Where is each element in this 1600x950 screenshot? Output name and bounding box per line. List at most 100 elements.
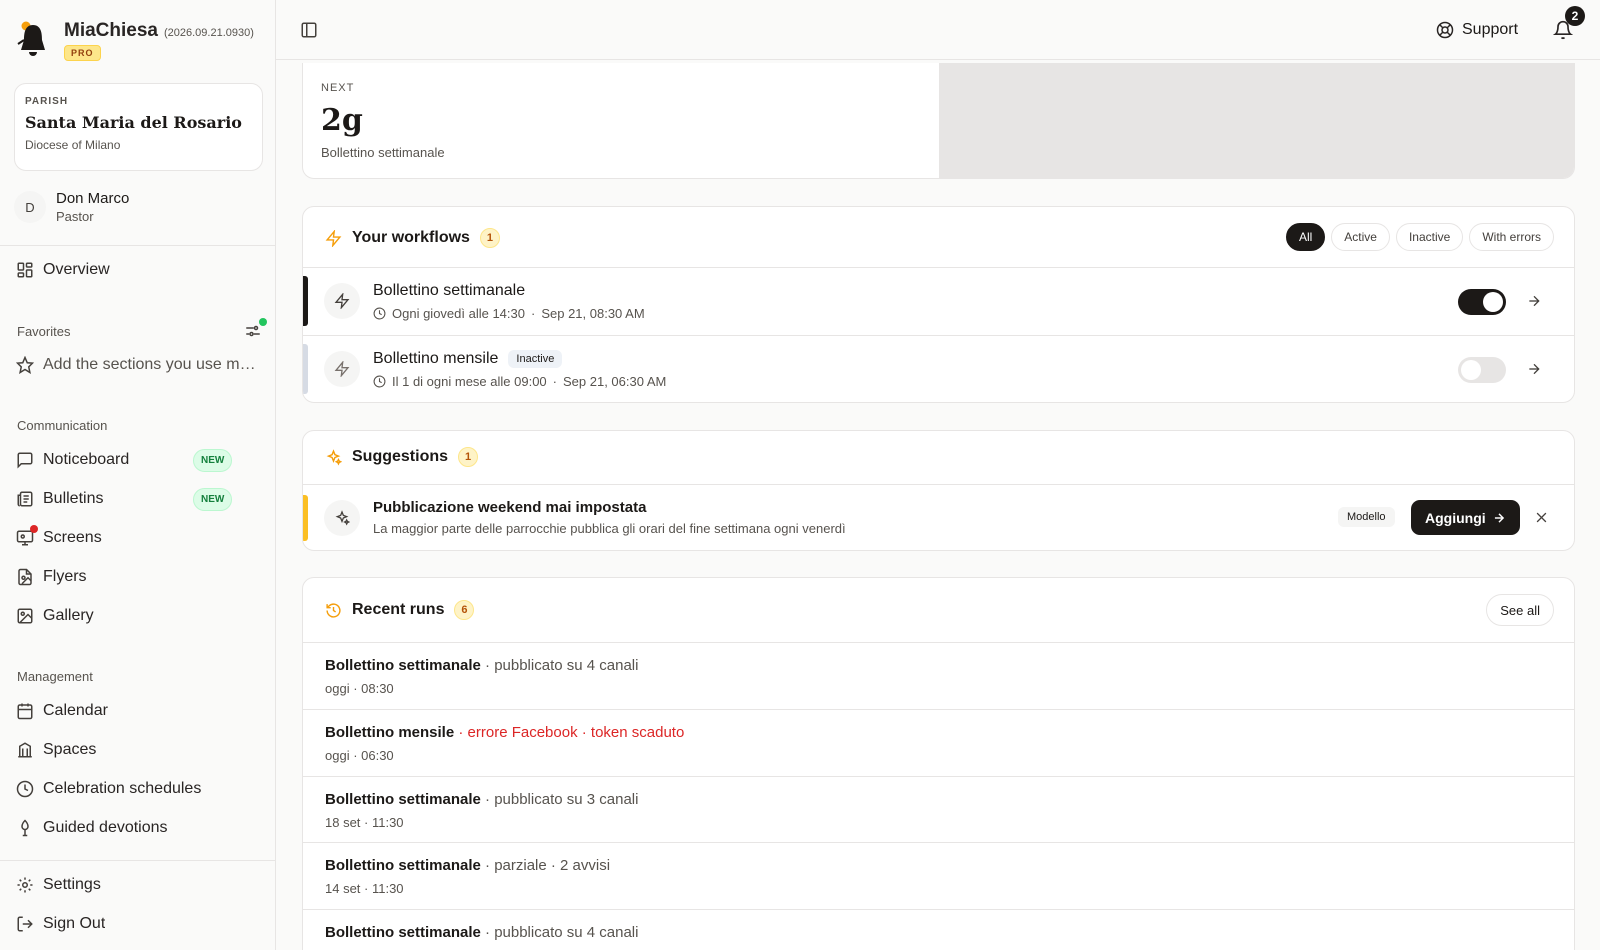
workflow-schedule: Ogni giovedì alle 14:30 bbox=[392, 306, 525, 321]
favorites-placeholder: Add the sections you use most bbox=[43, 356, 258, 373]
inactive-badge: Inactive bbox=[508, 350, 563, 368]
user-role: Pastor bbox=[56, 209, 94, 224]
avatar: D bbox=[14, 191, 46, 223]
new-badge: NEW bbox=[193, 448, 233, 472]
sidebar-item-screens[interactable]: Screens bbox=[16, 523, 262, 553]
sidebar-item-label: Sign Out bbox=[43, 915, 106, 932]
management-heading: Management bbox=[17, 669, 93, 684]
filter-with-errors[interactable]: With errors bbox=[1469, 223, 1554, 251]
parish-diocese: Diocese of Milano bbox=[25, 138, 121, 152]
see-all-button[interactable]: See all bbox=[1486, 594, 1554, 626]
clock-icon bbox=[373, 375, 386, 388]
notification-count-badge: 2 bbox=[1565, 6, 1585, 26]
workflow-toggle[interactable] bbox=[1458, 357, 1506, 383]
run-title: Bollettino settimanale bbox=[325, 657, 481, 674]
suggestion-description: La maggior parte delle parrocchie pubbli… bbox=[373, 521, 846, 536]
sidebar-item-label: Calendar bbox=[43, 702, 108, 719]
sidebar-item-noticeboard[interactable]: Noticeboard NEW bbox=[16, 445, 262, 475]
sparkles-icon bbox=[325, 448, 342, 466]
run-row[interactable]: Bollettino mensile · errore Facebook · t… bbox=[303, 709, 1574, 776]
workflow-row[interactable]: Bollettino settimanale Ogni giovedì alle… bbox=[303, 267, 1574, 335]
run-detail: · pubblicato su 3 canali bbox=[480, 791, 639, 808]
sidebar-item-calendar[interactable]: Calendar bbox=[16, 696, 262, 726]
add-button-label: Aggiungi bbox=[1425, 509, 1486, 526]
sidebar-toggle-icon[interactable] bbox=[300, 21, 318, 39]
arrow-right-icon[interactable] bbox=[1526, 293, 1542, 309]
sidebar-item-flyers[interactable]: Flyers bbox=[16, 562, 262, 592]
filter-all[interactable]: All bbox=[1285, 223, 1326, 251]
user-profile[interactable]: D Don Marco Pastor bbox=[14, 190, 129, 224]
run-detail: · pubblicato su 4 canali bbox=[480, 924, 639, 941]
filter-inactive[interactable]: Inactive bbox=[1395, 223, 1464, 251]
workflow-last-run: Sep 21, 06:30 AM bbox=[563, 374, 667, 389]
brand[interactable]: MiaChiesa (2026.09.21.0930) PRO bbox=[16, 20, 254, 61]
notifications-button[interactable]: 2 bbox=[1553, 6, 1585, 40]
run-title: Bollettino mensile bbox=[325, 724, 455, 741]
top-bar: Support 2 bbox=[276, 0, 1600, 60]
sidebar-item-sign-out[interactable]: Sign Out bbox=[16, 909, 262, 939]
sidebar-item-label: Bulletins bbox=[43, 490, 104, 507]
arrow-right-icon[interactable] bbox=[1526, 361, 1542, 377]
sidebar-item-settings[interactable]: Settings bbox=[16, 870, 262, 900]
sidebar-item-label: Overview bbox=[43, 261, 110, 278]
next-card: NEXT 2g Bollettino settimanale bbox=[302, 63, 1575, 179]
add-suggestion-button[interactable]: Aggiungi bbox=[1411, 500, 1520, 535]
run-detail: · parziale · 2 avvisi bbox=[480, 857, 611, 874]
support-button[interactable]: Support bbox=[1436, 18, 1518, 42]
sidebar-item-gallery[interactable]: Gallery bbox=[16, 601, 262, 631]
run-time: 18 set · 11:30 bbox=[325, 815, 404, 830]
parish-card[interactable]: PARISH Santa Maria del Rosario Diocese o… bbox=[14, 83, 263, 171]
sidebar-item-celebration-schedules[interactable]: Celebration schedules bbox=[16, 774, 262, 804]
user-name: Don Marco bbox=[56, 190, 130, 207]
run-detail: · pubblicato su 4 canali bbox=[480, 657, 639, 674]
sidebar-item-label: Flyers bbox=[43, 568, 87, 585]
dismiss-close-icon[interactable] bbox=[1534, 510, 1549, 525]
divider bbox=[0, 860, 276, 861]
divider bbox=[0, 245, 276, 246]
run-time: oggi · 06:30 bbox=[325, 748, 394, 763]
sidebar-item-bulletins[interactable]: Bulletins NEW bbox=[16, 484, 262, 514]
alert-dot bbox=[30, 525, 38, 533]
run-row[interactable]: Bollettino settimanale · pubblicato su 4… bbox=[303, 642, 1574, 709]
workflow-zap-icon bbox=[324, 351, 360, 387]
sidebar-item-guided-devotions[interactable]: Guided devotions bbox=[16, 813, 262, 843]
next-label: NEXT bbox=[321, 82, 355, 94]
sidebar-item-label: Guided devotions bbox=[43, 819, 168, 836]
new-badge: NEW bbox=[193, 487, 233, 511]
workflows-card: Your workflows 1 All Active Inactive Wit… bbox=[302, 206, 1575, 403]
suggestion-sparkles-icon bbox=[324, 500, 360, 536]
warning-indicator bbox=[303, 495, 308, 541]
suggestions-card: Suggestions 1 Pubblicazione weekend mai … bbox=[302, 430, 1575, 551]
monitor-icon bbox=[16, 525, 38, 547]
favorites-add[interactable]: Add the sections you use most bbox=[16, 350, 262, 380]
sidebar-item-spaces[interactable]: Spaces bbox=[16, 735, 262, 765]
filter-active[interactable]: Active bbox=[1331, 223, 1390, 251]
run-time: oggi · 08:30 bbox=[325, 681, 394, 696]
sidebar-item-label: Noticeboard bbox=[43, 451, 130, 468]
images-icon bbox=[16, 607, 34, 625]
workflow-toggle[interactable] bbox=[1458, 289, 1506, 315]
sidebar-item-label: Screens bbox=[43, 529, 102, 546]
life-buoy-icon bbox=[1436, 21, 1454, 39]
arrow-right-icon bbox=[1492, 511, 1506, 525]
run-row[interactable]: Bollettino settimanale · pubblicato su 4… bbox=[303, 909, 1574, 950]
layout-grid-icon bbox=[16, 261, 34, 279]
gear-icon bbox=[16, 876, 34, 894]
workflow-zap-icon bbox=[324, 283, 360, 319]
sidebar: MiaChiesa (2026.09.21.0930) PRO PARISH S… bbox=[0, 0, 276, 950]
run-row[interactable]: Bollettino settimanale · parziale · 2 av… bbox=[303, 842, 1574, 909]
candle-icon bbox=[16, 819, 34, 837]
suggestions-header: Suggestions 1 bbox=[325, 443, 479, 471]
sidebar-item-overview[interactable]: Overview bbox=[16, 255, 262, 285]
run-time: 14 set · 11:30 bbox=[325, 881, 404, 896]
run-title: Bollettino settimanale bbox=[325, 857, 481, 874]
run-row[interactable]: Bollettino settimanale · pubblicato su 3… bbox=[303, 776, 1574, 843]
status-dot bbox=[259, 318, 267, 326]
preview-placeholder bbox=[939, 63, 1574, 178]
favorites-settings-icon[interactable] bbox=[244, 318, 267, 340]
favorites-heading: Favorites bbox=[17, 324, 71, 339]
run-error-detail: · errore Facebook · token scaduto bbox=[454, 724, 685, 741]
workflow-name: Bollettino settimanale bbox=[373, 282, 526, 299]
star-icon bbox=[16, 356, 34, 374]
workflow-row[interactable]: Bollettino mensile Inactive Il 1 di ogni… bbox=[303, 335, 1574, 402]
